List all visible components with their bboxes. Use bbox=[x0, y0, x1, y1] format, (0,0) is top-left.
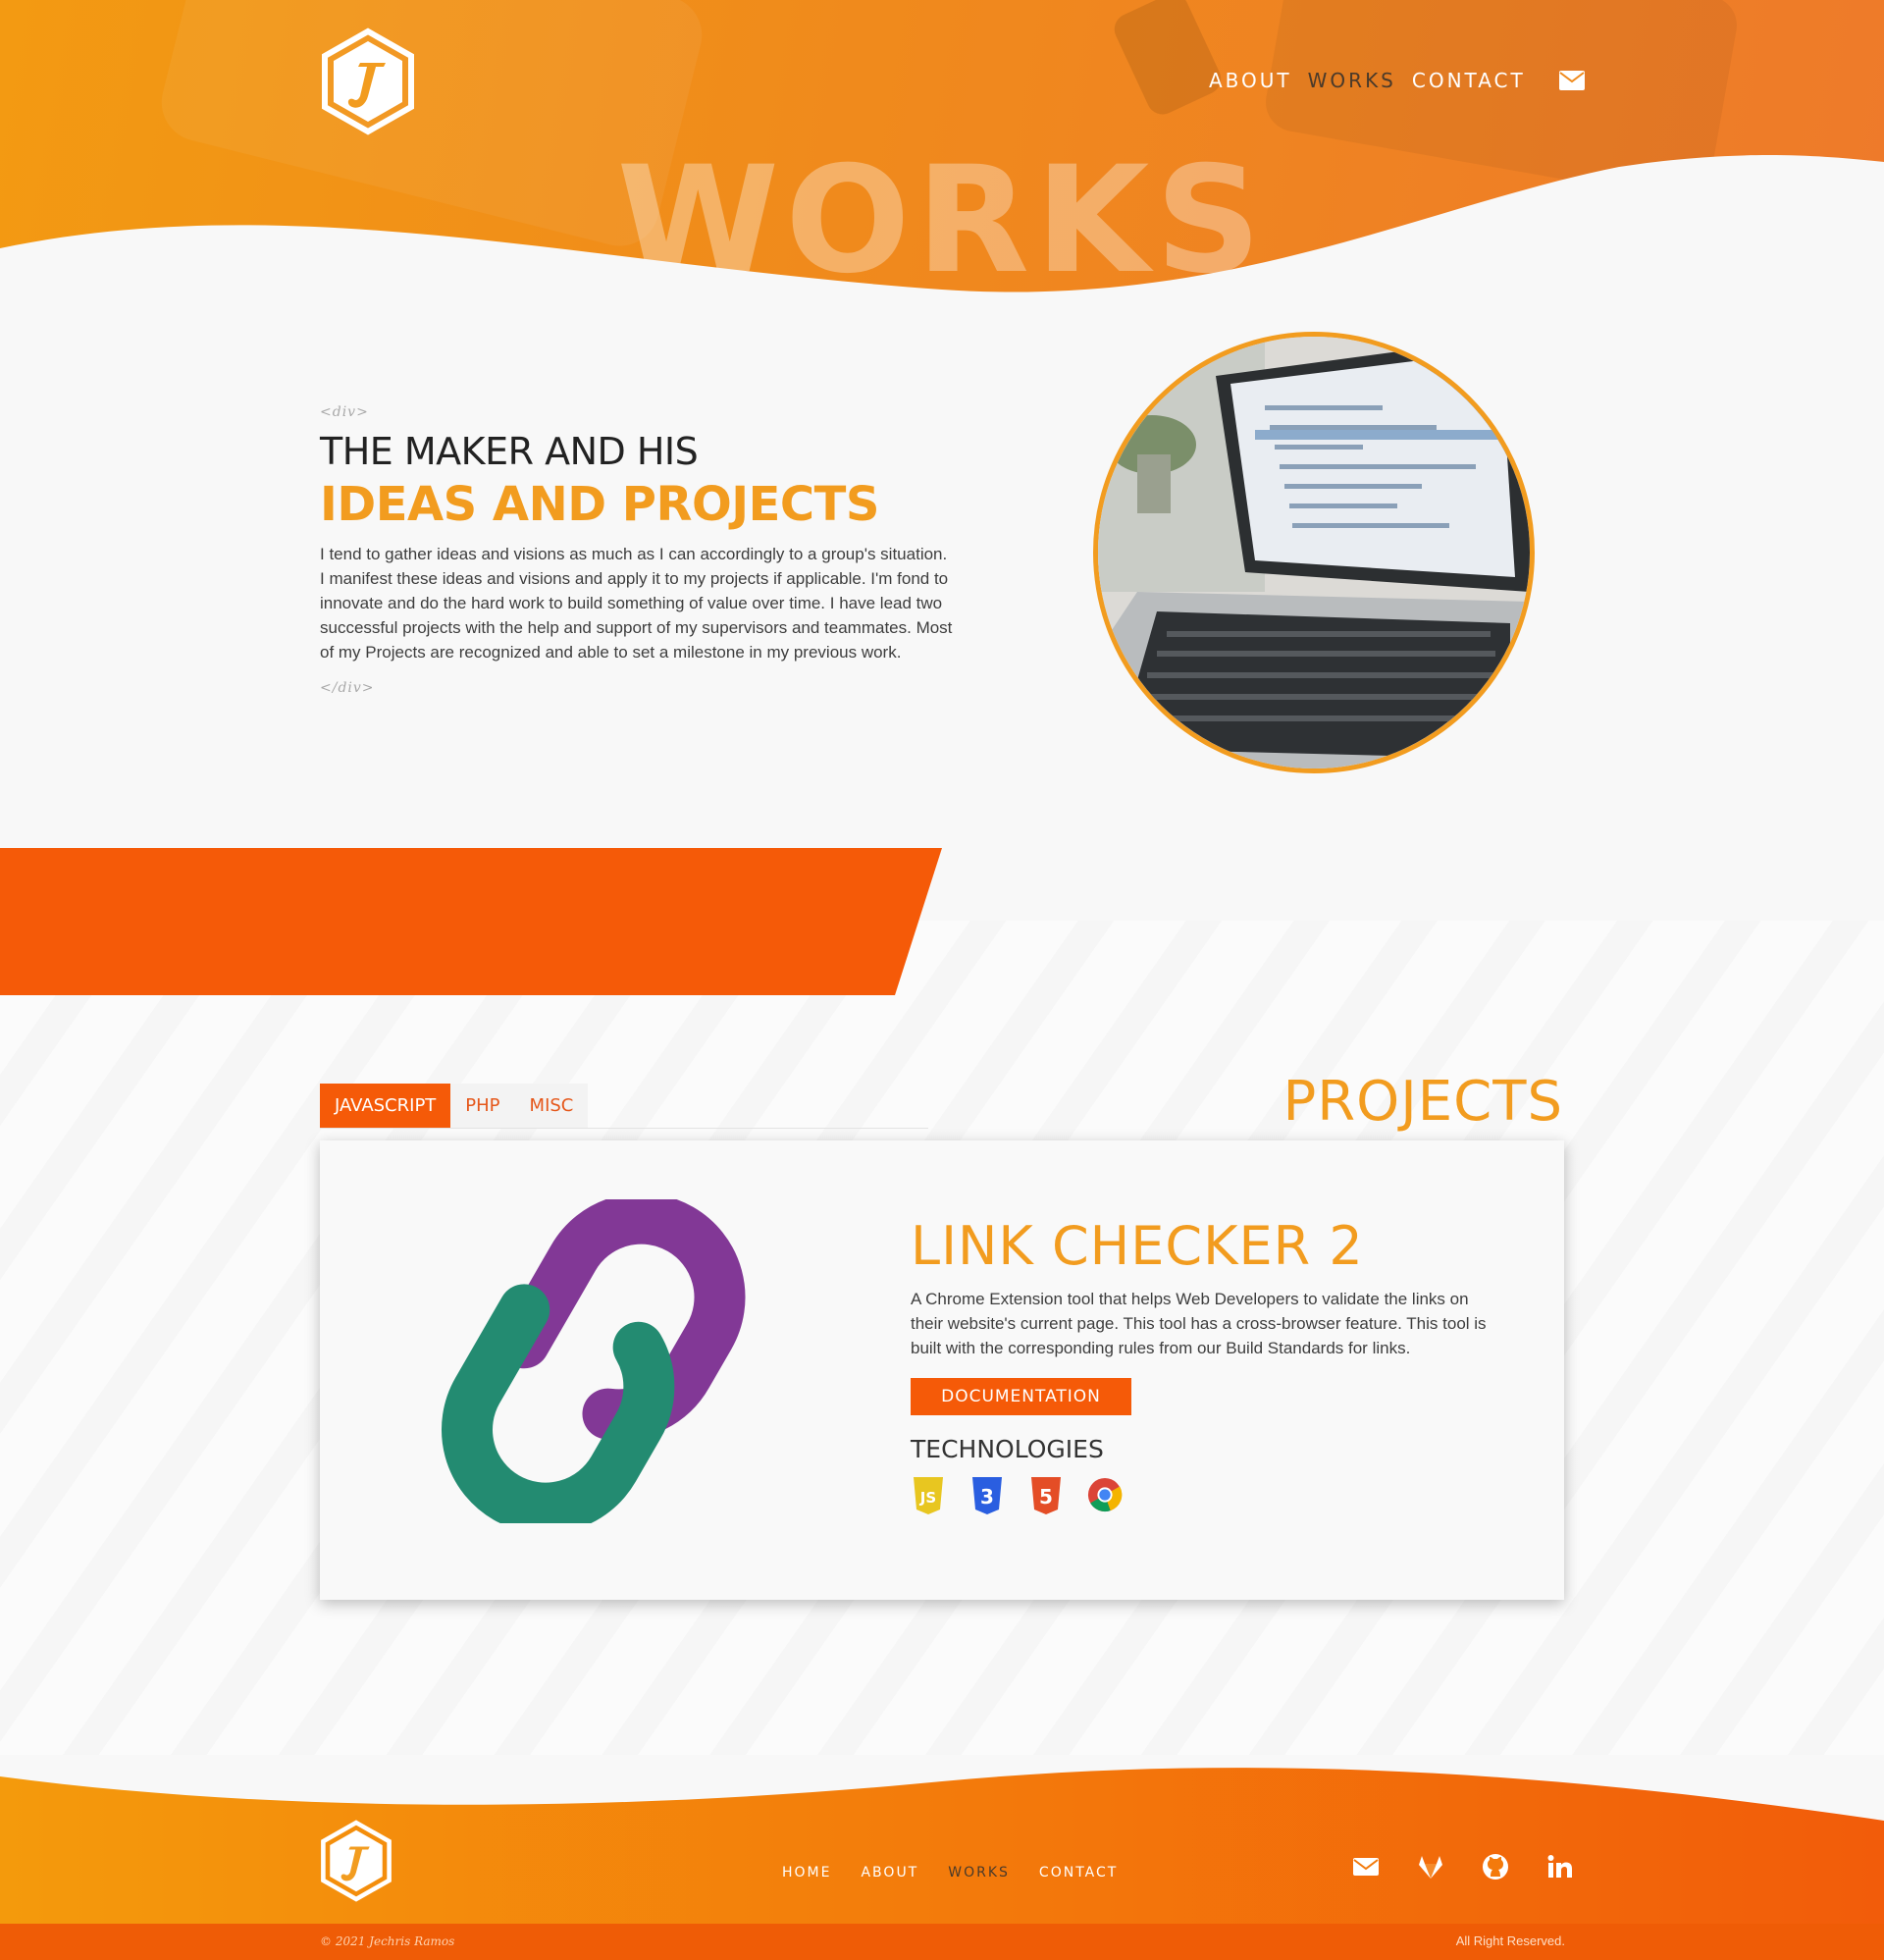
svg-text:JS: JS bbox=[919, 1489, 936, 1507]
projects-title: PROJECTS bbox=[1282, 1070, 1563, 1134]
project-title: LINK CHECKER 2 bbox=[911, 1215, 1364, 1277]
html5-icon: 5 bbox=[1028, 1477, 1064, 1514]
project-tabs: JAVASCRIPT PHP MISC bbox=[320, 1084, 928, 1129]
nav-contact[interactable]: CONTACT bbox=[1412, 69, 1526, 92]
footer-nav-home[interactable]: HOME bbox=[782, 1865, 831, 1881]
footer-nav: HOME ABOUT WORKS CONTACT bbox=[782, 1865, 1147, 1881]
footer-nav-about[interactable]: ABOUT bbox=[861, 1865, 918, 1881]
intro-heading-line1: THE MAKER AND HIS bbox=[320, 430, 699, 473]
project-info: LINK CHECKER 2 A Chrome Extension tool t… bbox=[911, 1215, 1490, 1514]
intro-heading-line2: IDEAS AND PROJECTS bbox=[320, 477, 879, 532]
svg-text:5: 5 bbox=[1039, 1485, 1053, 1509]
hero-wave bbox=[0, 155, 1884, 304]
footer: HOME ABOUT WORKS CONTACT © 2021 Jechris … bbox=[0, 1737, 1884, 1960]
mail-icon[interactable] bbox=[1558, 71, 1585, 90]
footer-logo-icon[interactable] bbox=[315, 1820, 397, 1902]
social-links bbox=[1352, 1853, 1574, 1881]
javascript-icon: JS bbox=[911, 1477, 946, 1514]
main-nav: ABOUT WORKS CONTACT bbox=[1209, 69, 1585, 92]
css3-icon: 3 bbox=[969, 1477, 1005, 1514]
technologies-list: JS 3 5 bbox=[911, 1477, 1490, 1514]
section-divider-banner bbox=[0, 848, 942, 995]
mail-icon[interactable] bbox=[1352, 1853, 1380, 1881]
footer-wave bbox=[0, 1768, 1884, 1924]
copyright-text: © 2021 Jechris Ramos bbox=[320, 1934, 455, 1948]
intro-body: I tend to gather ideas and visions as mu… bbox=[320, 545, 953, 662]
hero-header: WORKS ABOUT WORKS CONTACT bbox=[0, 0, 1884, 304]
footer-nav-contact[interactable]: CONTACT bbox=[1039, 1865, 1118, 1881]
tab-misc[interactable]: MISC bbox=[514, 1084, 589, 1128]
link-chain-icon bbox=[442, 1199, 746, 1523]
nav-about[interactable]: ABOUT bbox=[1209, 69, 1292, 92]
documentation-button[interactable]: DOCUMENTATION bbox=[911, 1378, 1131, 1415]
laptop-photo bbox=[1093, 332, 1535, 773]
logo-icon[interactable] bbox=[315, 27, 421, 135]
technologies-heading: TECHNOLOGIES bbox=[911, 1435, 1104, 1463]
close-div-tag: </div> bbox=[320, 680, 375, 696]
gitlab-icon[interactable] bbox=[1417, 1853, 1444, 1881]
open-div-tag: <div> bbox=[320, 404, 369, 420]
footer-bottom-bar: © 2021 Jechris Ramos All Right Reserved. bbox=[0, 1924, 1884, 1960]
tab-php[interactable]: PHP bbox=[450, 1084, 515, 1128]
tab-javascript[interactable]: JAVASCRIPT bbox=[320, 1084, 451, 1128]
footer-nav-works[interactable]: WORKS bbox=[948, 1865, 1010, 1881]
project-description: A Chrome Extension tool that helps Web D… bbox=[911, 1290, 1487, 1357]
linkedin-icon[interactable] bbox=[1546, 1853, 1574, 1881]
project-card: LINK CHECKER 2 A Chrome Extension tool t… bbox=[320, 1140, 1564, 1600]
chrome-icon bbox=[1087, 1477, 1123, 1514]
svg-text:3: 3 bbox=[980, 1485, 994, 1509]
github-icon[interactable] bbox=[1482, 1853, 1509, 1881]
nav-works[interactable]: WORKS bbox=[1308, 69, 1396, 92]
intro-section: <div> THE MAKER AND HIS IDEAS AND PROJEC… bbox=[320, 404, 958, 696]
rights-text: All Right Reserved. bbox=[1455, 1934, 1565, 1948]
